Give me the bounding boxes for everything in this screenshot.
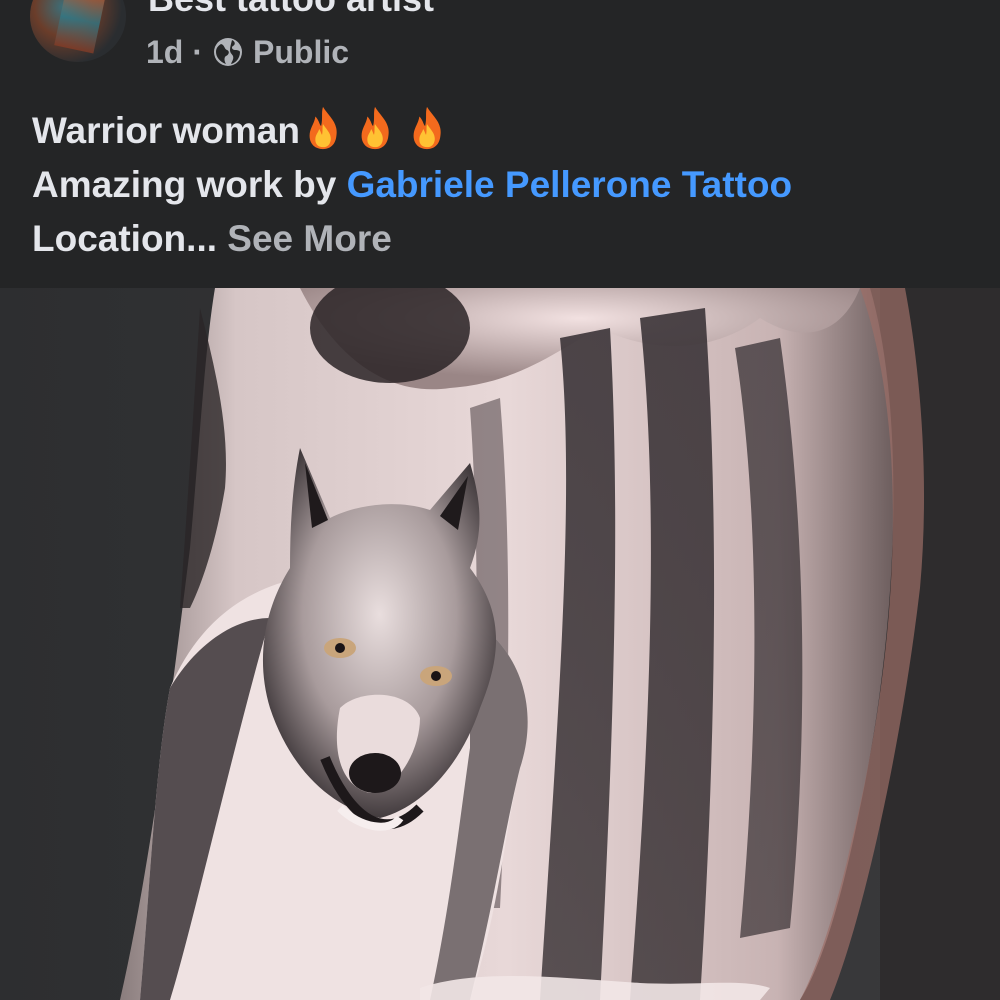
mention-link[interactable]: Gabriele Pellerone Tattoo [347, 164, 792, 205]
caption-location-text: Location... [32, 218, 217, 259]
post-audience[interactable]: Public [253, 34, 349, 71]
post-time[interactable]: 1d [146, 34, 183, 71]
see-more-link[interactable]: See More [227, 218, 392, 259]
fire-icon [309, 106, 337, 150]
caption-credit-text: Amazing work by [32, 164, 347, 205]
wolf-tattoo-image [0, 288, 1000, 1000]
post-caption: Warrior woman Amazing work by Gabriele P… [32, 104, 972, 266]
caption-line-3: Location... See More [32, 212, 972, 266]
globe-icon [214, 38, 242, 66]
post-meta: 1d · Public [146, 30, 349, 74]
fire-icon [413, 106, 441, 150]
post-header: Best tattoo artist 1d · Public [0, 0, 1000, 90]
author-name[interactable]: Best tattoo artist [148, 0, 434, 20]
fire-icon [361, 106, 389, 150]
meta-separator: · [192, 33, 203, 70]
author-avatar[interactable] [30, 0, 126, 62]
post-photo[interactable] [0, 288, 1000, 1000]
caption-line-2: Amazing work by Gabriele Pellerone Tatto… [32, 158, 972, 212]
caption-title: Warrior woman [32, 110, 300, 151]
caption-line-1: Warrior woman [32, 104, 972, 158]
